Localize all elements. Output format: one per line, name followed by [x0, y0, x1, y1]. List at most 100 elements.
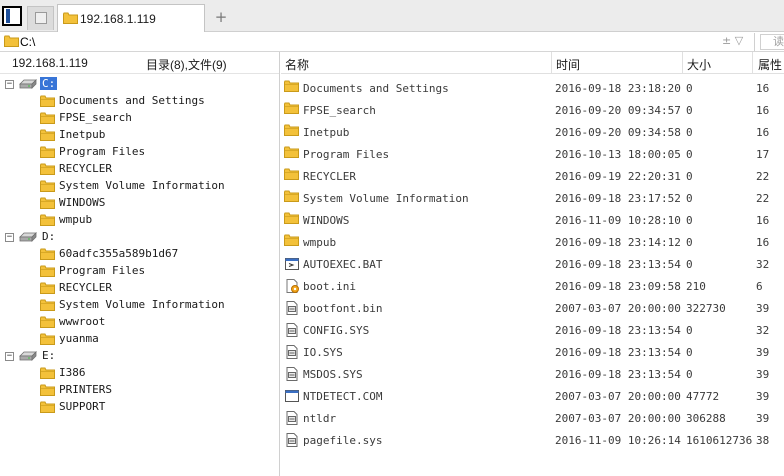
- column-divider[interactable]: [682, 52, 683, 74]
- tree-folder[interactable]: PRINTERS: [0, 382, 279, 399]
- folder-icon: [40, 197, 55, 209]
- file-size: 0: [686, 346, 693, 359]
- file-row[interactable]: Inetpub 2016-09-20 09:34:58 0 16: [281, 121, 784, 143]
- file-row[interactable]: IO.SYS 2016-09-18 23:13:54 0 39: [281, 341, 784, 363]
- file-row[interactable]: WINDOWS 2016-11-09 10:28:10 0 16: [281, 209, 784, 231]
- tree-folder[interactable]: SUPPORT: [0, 399, 279, 416]
- directory-tree-panel: 192.168.1.119 目录(8),文件(9) − C: Documents a…: [0, 52, 280, 476]
- column-divider[interactable]: [551, 52, 552, 74]
- folder-icon: [40, 265, 55, 277]
- tree-drive-e[interactable]: − E:: [0, 348, 279, 365]
- file-row[interactable]: ntldr 2007-03-07 20:00:00 306288 39: [281, 407, 784, 429]
- file-attr: 17: [756, 148, 770, 161]
- hard-drive-icon: [19, 79, 37, 89]
- tree-folder[interactable]: Documents and Settings: [0, 93, 279, 110]
- tree-folder[interactable]: Program Files: [0, 263, 279, 280]
- collapse-toggle[interactable]: −: [5, 80, 14, 89]
- file-time: 2016-09-20 09:34:58: [555, 126, 681, 139]
- column-size[interactable]: 大小: [687, 56, 711, 73]
- file-attr: 38: [756, 434, 770, 447]
- file-row[interactable]: pagefile.sys 2016-11-09 10:26:14 161061273…: [281, 429, 784, 451]
- file-row[interactable]: System Volume Information 2016-09-18 23:1…: [281, 187, 784, 209]
- tree-folder[interactable]: WINDOWS: [0, 195, 279, 212]
- column-divider[interactable]: [752, 52, 753, 74]
- file-name: NTDETECT.COM: [303, 390, 383, 403]
- collapse-toggle[interactable]: −: [5, 352, 14, 361]
- tree-drive-d[interactable]: − D:: [0, 229, 279, 246]
- file-attr: 22: [756, 192, 770, 205]
- new-tab-button[interactable]: +: [211, 9, 231, 27]
- file-attr: 32: [756, 258, 770, 271]
- folder-icon: [40, 316, 55, 328]
- folder-label: wwwroot: [59, 315, 106, 328]
- tree-drive-c[interactable]: − C:: [0, 76, 279, 93]
- tree-folder[interactable]: wmpub: [0, 212, 279, 229]
- collapse-toggle[interactable]: −: [5, 233, 14, 242]
- file-time: 2007-03-07 20:00:00: [555, 390, 681, 403]
- file-name: AUTOEXEC.BAT: [303, 258, 383, 271]
- file-time: 2016-09-18 23:13:54: [555, 324, 681, 337]
- file-time: 2016-09-18 23:13:54: [555, 258, 681, 271]
- file-row[interactable]: FPSE_search 2016-09-20 09:34:57 0 16: [281, 99, 784, 121]
- file-name: WINDOWS: [303, 214, 350, 227]
- tree-folder[interactable]: I386: [0, 365, 279, 382]
- path-input[interactable]: [20, 34, 720, 49]
- file-size: 0: [686, 170, 693, 183]
- column-name[interactable]: 名称: [285, 56, 309, 73]
- tree-folder[interactable]: Program Files: [0, 144, 279, 161]
- path-controls-label: ± ▽: [722, 34, 744, 47]
- file-size: 0: [686, 126, 693, 139]
- file-row[interactable]: MSDOS.SYS 2016-09-18 23:13:54 0 39: [281, 363, 784, 385]
- folder-icon: [63, 12, 78, 24]
- folder-icon: [40, 95, 55, 107]
- file-row[interactable]: AUTOEXEC.BAT 2016-09-18 23:13:54 0 32: [281, 253, 784, 275]
- file-attr: 16: [756, 236, 770, 249]
- drive-label: E:: [42, 349, 56, 362]
- file-name: boot.ini: [303, 280, 356, 293]
- file-name: IO.SYS: [303, 346, 343, 359]
- file-attr: 32: [756, 324, 770, 337]
- file-attr: 39: [756, 368, 770, 381]
- file-row[interactable]: NTDETECT.COM 2007-03-07 20:00:00 47772 39: [281, 385, 784, 407]
- tab-inactive[interactable]: [27, 6, 54, 30]
- blank-page-icon: [35, 12, 47, 24]
- tree-folder[interactable]: System Volume Information: [0, 297, 279, 314]
- path-controls[interactable]: ± ▽: [722, 33, 755, 51]
- file-name: CONFIG.SYS: [303, 324, 370, 337]
- file-size: 210: [686, 280, 706, 293]
- tab-active[interactable]: 192.168.1.119: [57, 4, 205, 32]
- file-row[interactable]: wmpub 2016-09-18 23:14:12 0 16: [281, 231, 784, 253]
- file-row[interactable]: boot.ini 2016-09-18 23:09:58 210 6: [281, 275, 784, 297]
- tree-folder[interactable]: FPSE_search: [0, 110, 279, 127]
- tree-folder[interactable]: 60adfc355a589b1d67: [0, 246, 279, 263]
- folder-label: System Volume Information: [59, 179, 225, 192]
- column-attr[interactable]: 属性: [758, 56, 782, 73]
- tree-folder[interactable]: RECYCLER: [0, 280, 279, 297]
- file-time: 2016-09-18 23:13:54: [555, 346, 681, 359]
- file-time: 2016-09-19 22:20:31: [555, 170, 681, 183]
- file-name: System Volume Information: [303, 192, 469, 205]
- file-row[interactable]: bootfont.bin 2007-03-07 20:00:00 322730 39: [281, 297, 784, 319]
- file-size: 0: [686, 148, 693, 161]
- system-file-icon: [286, 323, 298, 337]
- file-row[interactable]: RECYCLER 2016-09-19 22:20:31 0 22: [281, 165, 784, 187]
- file-row[interactable]: CONFIG.SYS 2016-09-18 23:13:54 0 32: [281, 319, 784, 341]
- folder-label: 60adfc355a589b1d67: [59, 247, 179, 260]
- tree-folder[interactable]: Inetpub: [0, 127, 279, 144]
- folder-icon: [284, 234, 299, 246]
- tree-folder[interactable]: RECYCLER: [0, 161, 279, 178]
- file-time: 2016-11-09 10:28:10: [555, 214, 681, 227]
- tree-folder[interactable]: yuanma: [0, 331, 279, 348]
- file-row[interactable]: Program Files 2016-10-13 18:00:05 0 17: [281, 143, 784, 165]
- file-time: 2016-09-18 23:09:58: [555, 280, 681, 293]
- folder-icon: [40, 333, 55, 345]
- column-time[interactable]: 时间: [556, 56, 580, 73]
- file-row[interactable]: Documents and Settings 2016-09-18 23:18:2…: [281, 77, 784, 99]
- window-menu-button[interactable]: [2, 6, 22, 26]
- read-button[interactable]: 读: [760, 34, 784, 50]
- tree-folder[interactable]: wwwroot: [0, 314, 279, 331]
- tree-folder[interactable]: System Volume Information: [0, 178, 279, 195]
- system-file-icon: [286, 367, 298, 381]
- file-attr: 39: [756, 412, 770, 425]
- folder-icon: [284, 80, 299, 92]
